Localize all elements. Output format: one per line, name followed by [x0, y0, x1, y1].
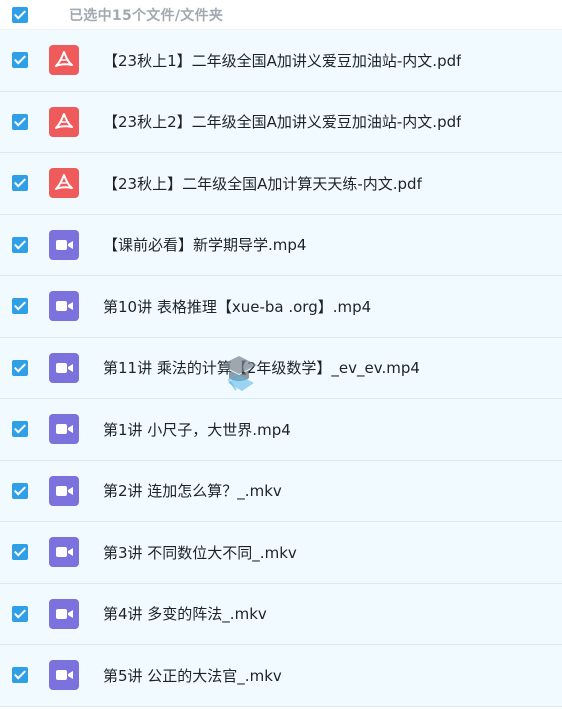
file-row[interactable]: 【23秋上2】二年级全国A加讲义爱豆加油站-内文.pdf — [0, 91, 562, 153]
file-checkbox[interactable] — [12, 236, 28, 253]
file-name: 第1讲 小尺子，大世界.mp4 — [103, 420, 291, 439]
video-file-icon — [49, 660, 79, 691]
file-name: 【23秋上1】二年级全国A加讲义爱豆加油站-内文.pdf — [103, 51, 462, 70]
file-checkbox[interactable] — [12, 544, 28, 561]
file-name: 第3讲 不同数位大不同_.mkv — [103, 543, 297, 562]
pdf-file-icon — [49, 168, 79, 199]
file-row[interactable]: 第1讲 小尺子，大世界.mp4 — [0, 399, 562, 461]
video-file-icon — [49, 475, 79, 506]
file-checkbox[interactable] — [12, 482, 28, 499]
file-name: 【23秋上】二年级全国A加计算天天练-内文.pdf — [103, 174, 422, 193]
file-name: 第11讲 乘法的计算【2年级数学】_ev_ev.mp4 — [103, 359, 420, 378]
file-checkbox[interactable] — [12, 298, 28, 315]
file-checkbox[interactable] — [12, 667, 28, 684]
file-checkbox[interactable] — [12, 605, 28, 622]
file-row[interactable]: 第4讲 多变的阵法_.mkv — [0, 583, 562, 645]
file-checkbox[interactable] — [12, 52, 28, 69]
pdf-file-icon — [49, 106, 79, 137]
file-name: 第10讲 表格推理【xue-ba .org】.mp4 — [103, 297, 372, 316]
video-file-icon — [49, 229, 79, 260]
file-row[interactable]: 【23秋上】二年级全国A加计算天天练-内文.pdf — [0, 153, 562, 215]
file-name: 【23秋上2】二年级全国A加讲义爱豆加油站-内文.pdf — [103, 113, 462, 132]
file-checkbox[interactable] — [12, 359, 28, 376]
file-row[interactable]: 第2讲 连加怎么算？_.mkv — [0, 460, 562, 522]
video-file-icon — [49, 291, 79, 322]
select-all-checkbox[interactable] — [12, 6, 28, 23]
file-name: 第4讲 多变的阵法_.mkv — [103, 605, 267, 624]
file-row[interactable]: 【课前必看】新学期导学.mp4 — [0, 214, 562, 276]
file-name: 第5讲 公正的大法官_.mkv — [103, 666, 282, 685]
file-list: 已选中15个文件/文件夹 【23秋上1】二年级全国A加讲义爱豆加油站-内文.pd… — [0, 0, 562, 709]
file-name: 【课前必看】新学期导学.mp4 — [103, 236, 307, 255]
file-row[interactable]: 第3讲 不同数位大不同_.mkv — [0, 522, 562, 584]
file-checkbox[interactable] — [12, 113, 28, 130]
video-file-icon — [49, 414, 79, 445]
file-checkbox[interactable] — [12, 421, 28, 438]
file-checkbox[interactable] — [12, 175, 28, 192]
file-name: 第2讲 连加怎么算？_.mkv — [103, 482, 282, 501]
file-row[interactable]: 第10讲 表格推理【xue-ba .org】.mp4 — [0, 276, 562, 338]
pdf-file-icon — [49, 45, 79, 76]
file-row[interactable]: 第11讲 乘法的计算【2年级数学】_ev_ev.mp4 — [0, 337, 562, 399]
video-file-icon — [49, 598, 79, 629]
selection-header: 已选中15个文件/文件夹 — [0, 0, 562, 30]
file-row[interactable]: 【23秋上1】二年级全国A加讲义爱豆加油站-内文.pdf — [0, 30, 562, 92]
video-file-icon — [49, 352, 79, 383]
video-file-icon — [49, 537, 79, 568]
selection-count: 已选中15个文件/文件夹 — [69, 7, 224, 24]
file-row[interactable]: 第5讲 公正的大法官_.mkv — [0, 645, 562, 707]
file-rows: 【23秋上1】二年级全国A加讲义爱豆加油站-内文.pdf 【23秋上2】二年级全国… — [0, 30, 562, 707]
